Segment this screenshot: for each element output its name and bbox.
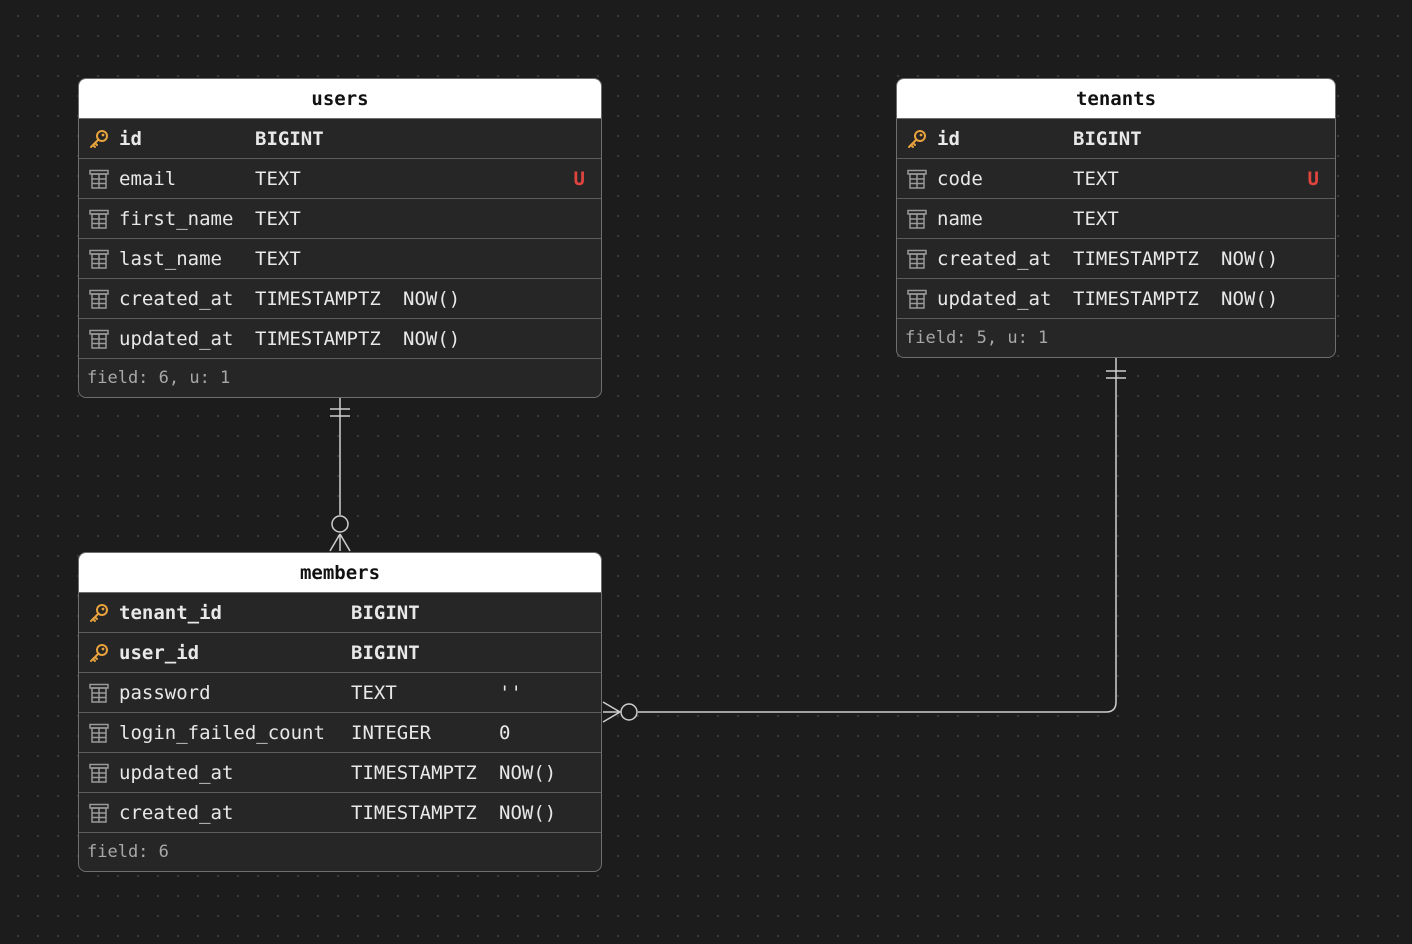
field-name: created_at (937, 247, 1052, 270)
primary-key-row[interactable]: id BIGINT (79, 119, 601, 159)
column-row[interactable]: first_name TEXT (79, 199, 601, 239)
column-icon (87, 167, 111, 191)
field-default: '' (499, 681, 522, 704)
table-members[interactable]: members tenant_id BIGINT user_id BIGINT pass… (78, 552, 602, 872)
column-icon (87, 207, 111, 231)
column-row[interactable]: code TEXT U (897, 159, 1335, 199)
field-name: updated_at (937, 287, 1052, 310)
field-name: first_name (119, 207, 234, 230)
field-name: id (119, 127, 142, 150)
table-users[interactable]: users id BIGINT email TEXT Ufirst_name TEXT la… (78, 78, 602, 398)
column-row[interactable]: created_at TIMESTAMPTZ NOW() (897, 239, 1335, 279)
field-type: TEXT (255, 207, 301, 230)
key-icon (87, 127, 111, 151)
field-type: TIMESTAMPTZ (1073, 287, 1199, 310)
field-name: last_name (119, 247, 222, 270)
column-row[interactable]: created_at TIMESTAMPTZ NOW() (79, 279, 601, 319)
primary-key-row[interactable]: id BIGINT (897, 119, 1335, 159)
members-many-marker (602, 701, 621, 713)
table-header[interactable]: users (79, 79, 601, 119)
unique-marker: U (1307, 167, 1319, 190)
table-header[interactable]: members (79, 553, 601, 593)
field-name: created_at (119, 801, 234, 824)
field-name: code (937, 167, 983, 190)
column-icon (87, 721, 111, 745)
column-row[interactable]: login_failed_count INTEGER 0 (79, 713, 601, 753)
unique-marker: U (573, 167, 585, 190)
column-icon (905, 247, 929, 271)
field-default: NOW() (1221, 287, 1279, 310)
table-footer: field: 5, u: 1 (905, 328, 1049, 348)
members-many-marker (339, 533, 351, 552)
table-header[interactable]: tenants (897, 79, 1335, 119)
key-icon (87, 601, 111, 625)
field-type: TIMESTAMPTZ (351, 801, 477, 824)
field-default: NOW() (499, 801, 557, 824)
members-zero-marker (331, 515, 349, 533)
column-icon (87, 327, 111, 351)
field-name: name (937, 207, 983, 230)
column-icon (905, 167, 929, 191)
field-type: BIGINT (1073, 127, 1142, 150)
table-rows: id BIGINT code TEXT Uname TEXT created_at TIMES… (897, 119, 1335, 319)
column-icon (87, 287, 111, 311)
column-icon (87, 801, 111, 825)
table-rows: id BIGINT email TEXT Ufirst_name TEXT last_nam… (79, 119, 601, 359)
tenants-members-relation-line (638, 358, 1117, 713)
field-type: TEXT (1073, 207, 1119, 230)
column-row[interactable]: email TEXT U (79, 159, 601, 199)
column-row[interactable]: updated_at TIMESTAMPTZ NOW() (79, 753, 601, 793)
field-type: TIMESTAMPTZ (255, 287, 381, 310)
column-row[interactable]: updated_at TIMESTAMPTZ NOW() (897, 279, 1335, 319)
field-type: TIMESTAMPTZ (1073, 247, 1199, 270)
column-icon (87, 761, 111, 785)
column-row[interactable]: password TEXT '' (79, 673, 601, 713)
field-default: 0 (499, 721, 511, 744)
column-row[interactable]: created_at TIMESTAMPTZ NOW() (79, 793, 601, 833)
column-row[interactable]: last_name TEXT (79, 239, 601, 279)
members-many-marker (329, 533, 341, 552)
table-rows: tenant_id BIGINT user_id BIGINT password TEXT… (79, 593, 601, 833)
field-type: BIGINT (255, 127, 324, 150)
field-type: BIGINT (351, 601, 420, 624)
column-row[interactable]: name TEXT (897, 199, 1335, 239)
field-default: NOW() (403, 287, 461, 310)
field-default: NOW() (1221, 247, 1279, 270)
column-icon (87, 681, 111, 705)
field-name: tenant_id (119, 601, 222, 624)
field-name: user_id (119, 641, 200, 664)
field-type: TEXT (255, 167, 301, 190)
table-tenants[interactable]: tenants id BIGINT code TEXT Uname TEXT created… (896, 78, 1336, 358)
field-name: updated_at (119, 327, 234, 350)
column-icon (905, 207, 929, 231)
column-icon (87, 247, 111, 271)
field-name: updated_at (119, 761, 234, 784)
field-type: TEXT (1073, 167, 1119, 190)
field-name: id (937, 127, 960, 150)
field-name: created_at (119, 287, 234, 310)
table-footer: field: 6, u: 1 (87, 368, 231, 388)
field-type: TIMESTAMPTZ (351, 761, 477, 784)
field-default: NOW() (403, 327, 461, 350)
field-type: INTEGER (351, 721, 432, 744)
members-zero-marker (620, 703, 638, 721)
members-many-marker (602, 711, 621, 723)
field-default: NOW() (499, 761, 557, 784)
key-icon (905, 127, 929, 151)
primary-key-row[interactable]: user_id BIGINT (79, 633, 601, 673)
column-icon (905, 287, 929, 311)
field-type: BIGINT (351, 641, 420, 664)
field-type: TEXT (255, 247, 301, 270)
primary-key-row[interactable]: tenant_id BIGINT (79, 593, 601, 633)
column-row[interactable]: updated_at TIMESTAMPTZ NOW() (79, 319, 601, 359)
field-name: password (119, 681, 211, 704)
field-name: login_failed_count (119, 721, 325, 744)
table-footer: field: 6 (87, 842, 169, 862)
field-type: TEXT (351, 681, 397, 704)
key-icon (87, 641, 111, 665)
field-name: email (119, 167, 177, 190)
field-type: TIMESTAMPTZ (255, 327, 381, 350)
